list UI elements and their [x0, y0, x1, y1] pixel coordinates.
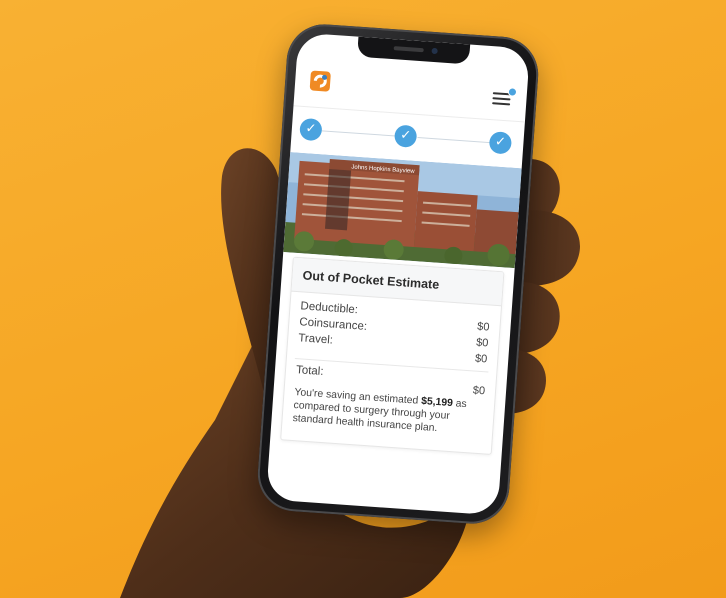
deductible-label: Deductible: — [300, 300, 359, 317]
notification-dot — [507, 87, 518, 97]
app-header — [293, 54, 529, 123]
step-1-check-icon[interactable]: ✓ — [299, 117, 323, 142]
step-connector — [321, 130, 402, 137]
savings-amount: $5,199 — [420, 395, 454, 410]
total-value: $0 — [472, 384, 486, 398]
deductible-value: $0 — [476, 320, 490, 334]
coinsurance-label: Coinsurance: — [298, 316, 368, 333]
hospital-photo: Johns Hopkins Bayview — [283, 152, 522, 269]
phone-screen: ✓ ✓ ✓ Johns Hopkins Bayview Out of Pocke… — [265, 32, 531, 516]
coinsurance-value: $0 — [475, 336, 489, 350]
step-2-check-icon[interactable]: ✓ — [393, 124, 418, 148]
logo-icon[interactable] — [309, 69, 332, 92]
estimate-rows: Deductible: Coinsurance: Travel: $0 $0 $… — [287, 292, 501, 368]
step-connector — [417, 137, 494, 144]
speaker-grille — [393, 46, 424, 53]
step-3-check-icon[interactable]: ✓ — [488, 131, 513, 155]
front-camera — [431, 47, 438, 55]
smartphone: ✓ ✓ ✓ Johns Hopkins Bayview Out of Pocke… — [255, 21, 541, 527]
total-label: Total: — [295, 364, 324, 379]
estimate-card: Out of Pocket Estimate Deductible: Coins… — [280, 256, 505, 455]
savings-message: You're saving an estimated $5,199 as com… — [292, 386, 484, 438]
travel-label: Travel: — [297, 332, 334, 347]
orange-background: ✓ ✓ ✓ Johns Hopkins Bayview Out of Pocke… — [0, 0, 726, 598]
travel-value: $0 — [474, 352, 488, 366]
